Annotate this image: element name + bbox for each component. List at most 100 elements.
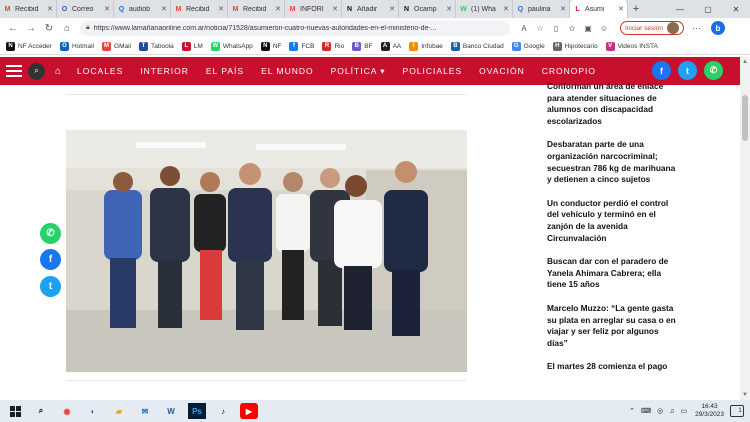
lock-icon[interactable]: 🔒︎ xyxy=(86,24,90,32)
volume-icon[interactable]: ♫ xyxy=(669,408,674,415)
browser-tab[interactable]: L Asumi ✕ xyxy=(570,0,628,18)
bookmark-item[interactable]: R Rio xyxy=(322,41,344,51)
clock[interactable]: 16:43 29/3/2023 xyxy=(695,403,724,419)
forward-icon[interactable]: → xyxy=(22,23,40,34)
close-icon[interactable]: ✕ xyxy=(332,5,338,13)
sign-in-button[interactable]: Iniciar sesión xyxy=(620,21,684,35)
bookmark-item[interactable]: O Hotmail xyxy=(59,41,94,51)
battery-icon[interactable]: ▭ xyxy=(680,407,687,415)
back-icon[interactable]: ← xyxy=(4,23,22,34)
browser-tab[interactable]: O Correo ✕ xyxy=(57,0,114,18)
news-headline-link[interactable]: Desbaratan parte de una organización nar… xyxy=(547,139,677,185)
scroll-down-icon[interactable]: ▼ xyxy=(742,392,748,398)
bookmark-item[interactable]: W WhatsApp xyxy=(210,41,253,51)
browser-tab[interactable]: N Ocamp ✕ xyxy=(399,0,456,18)
browser-tab[interactable]: M Recibid ✕ xyxy=(0,0,57,18)
mail-icon[interactable]: ✉ xyxy=(136,403,154,419)
more-options-icon[interactable]: ⋯ xyxy=(692,23,701,34)
edge-icon[interactable]: ◐ xyxy=(84,403,102,419)
browser-tab[interactable]: Qpaulina ✕ xyxy=(513,0,570,18)
bookmark-item[interactable]: T Taboola xyxy=(139,41,174,51)
close-window-icon[interactable]: ✕ xyxy=(722,5,750,14)
bookmark-item[interactable]: f FCB xyxy=(289,41,314,51)
bookmark-item[interactable]: B BF xyxy=(352,41,373,51)
tiktok-icon[interactable]: ♪ xyxy=(214,403,232,419)
keyboard-icon[interactable]: ⌨ xyxy=(641,407,651,415)
search-icon[interactable]: ⌕ xyxy=(32,403,50,419)
search-icon[interactable]: ⌕ xyxy=(28,62,45,80)
close-icon[interactable]: ✕ xyxy=(618,5,624,13)
browser-tab[interactable]: M Recibid ✕ xyxy=(228,0,285,18)
reload-icon[interactable]: ↻ xyxy=(40,23,58,34)
close-icon[interactable]: ✕ xyxy=(47,5,53,13)
windows-start-icon[interactable] xyxy=(6,403,24,419)
nav-item[interactable]: INTERIOR xyxy=(140,66,189,77)
news-headline-link[interactable]: Un conductor perdió el control del vehíc… xyxy=(547,198,677,244)
maximize-icon[interactable]: ▢ xyxy=(694,5,722,14)
close-icon[interactable]: ✕ xyxy=(446,5,452,13)
nav-item[interactable]: EL MUNDO xyxy=(261,66,314,77)
browser-tab[interactable]: M INFORI ✕ xyxy=(285,0,342,18)
close-icon[interactable]: ✕ xyxy=(161,5,167,13)
youtube-icon[interactable]: ▶ xyxy=(240,403,258,419)
browser-tab[interactable]: M Recibid ✕ xyxy=(171,0,228,18)
news-headline-link[interactable]: El martes 28 comienza el pago xyxy=(547,361,677,373)
share-whatsapp-icon[interactable]: ✆ xyxy=(40,223,61,244)
browser-tab[interactable]: N Añadir ✕ xyxy=(342,0,399,18)
photoshop-icon[interactable]: Ps xyxy=(188,403,206,419)
nav-item[interactable]: OVACIÓN xyxy=(479,66,525,77)
bookmark-item[interactable]: N NF xyxy=(260,41,281,51)
browser-tab[interactable]: Qaudiob ✕ xyxy=(114,0,171,18)
bookmark-item[interactable]: H Hipotecario xyxy=(552,41,598,51)
bookmark-item[interactable]: M GMail xyxy=(102,41,131,51)
home-icon[interactable]: ⌂ xyxy=(58,23,76,34)
bookmark-item[interactable]: V Videos INSTA xyxy=(605,41,658,51)
split-screen-icon[interactable]: ▯ xyxy=(548,24,564,33)
bookmark-item[interactable]: N NF Acceder xyxy=(6,41,52,51)
whatsapp-icon[interactable]: ✆ xyxy=(704,61,723,80)
twitter-icon[interactable]: t xyxy=(678,61,697,80)
browser-tab[interactable]: W (1) Wha ✕ xyxy=(456,0,513,18)
bookmark-item[interactable]: G Google xyxy=(511,41,545,51)
close-icon[interactable]: ✕ xyxy=(104,5,110,13)
read-aloud-icon[interactable]: A xyxy=(516,24,532,33)
news-headline-link[interactable]: Buscan dar con el paradero de Yanela Ahi… xyxy=(547,256,677,291)
bookmark-item[interactable]: A AA xyxy=(380,41,401,51)
notifications-button[interactable]: 1 xyxy=(730,405,744,417)
chrome-icon[interactable]: ◉ xyxy=(58,403,76,419)
chevron-up-icon[interactable]: ⌃ xyxy=(629,407,635,415)
favorites-icon[interactable]: ✩ xyxy=(564,24,580,33)
bing-icon[interactable]: b xyxy=(710,21,725,35)
close-icon[interactable]: ✕ xyxy=(218,5,224,13)
collections-icon[interactable]: ▣ xyxy=(580,24,596,33)
news-headline-link[interactable]: Conforman un área de enlace para atender… xyxy=(547,81,677,127)
share-facebook-icon[interactable]: f xyxy=(40,249,61,270)
bookmark-item[interactable]: I Infobae xyxy=(409,41,443,51)
news-headline-link[interactable]: Marcelo Muzzo: “La gente gasta su plata … xyxy=(547,303,677,349)
favorite-star-icon[interactable]: ☆ xyxy=(532,24,548,33)
bookmark-item[interactable]: B Banco Ciudad xyxy=(450,41,504,51)
scrollbar-thumb[interactable] xyxy=(742,95,748,141)
nav-item[interactable]: LOCALES xyxy=(77,66,123,77)
share-twitter-icon[interactable]: t xyxy=(40,276,61,297)
nav-item[interactable]: POLICIALES xyxy=(403,66,463,77)
close-icon[interactable]: ✕ xyxy=(560,5,566,13)
new-tab-button[interactable]: + xyxy=(628,3,644,15)
word-icon[interactable]: W xyxy=(162,403,180,419)
url-bar[interactable]: 🔒︎ https://www.lamañanaonline.com.ar/not… xyxy=(80,20,510,36)
scroll-up-icon[interactable]: ▲ xyxy=(742,59,748,65)
close-icon[interactable]: ✕ xyxy=(503,5,509,13)
menu-icon[interactable] xyxy=(6,65,22,77)
nav-item[interactable]: EL PAÍS xyxy=(206,66,244,77)
nav-item[interactable]: CRONOPIO xyxy=(542,66,596,77)
minimize-icon[interactable]: — xyxy=(666,5,694,14)
page-scrollbar[interactable]: ▲ ▼ xyxy=(740,57,750,400)
close-icon[interactable]: ✕ xyxy=(275,5,281,13)
home-icon[interactable]: ⌂ xyxy=(55,66,61,77)
file-explorer-icon[interactable]: ▰ xyxy=(110,403,128,419)
close-icon[interactable]: ✕ xyxy=(389,5,395,13)
facebook-icon[interactable]: f xyxy=(652,61,671,80)
profile-icon[interactable]: ☺ xyxy=(596,24,612,33)
nav-item[interactable]: POLÍTICA ▾ xyxy=(331,66,386,77)
bookmark-item[interactable]: L LM xyxy=(181,41,203,51)
